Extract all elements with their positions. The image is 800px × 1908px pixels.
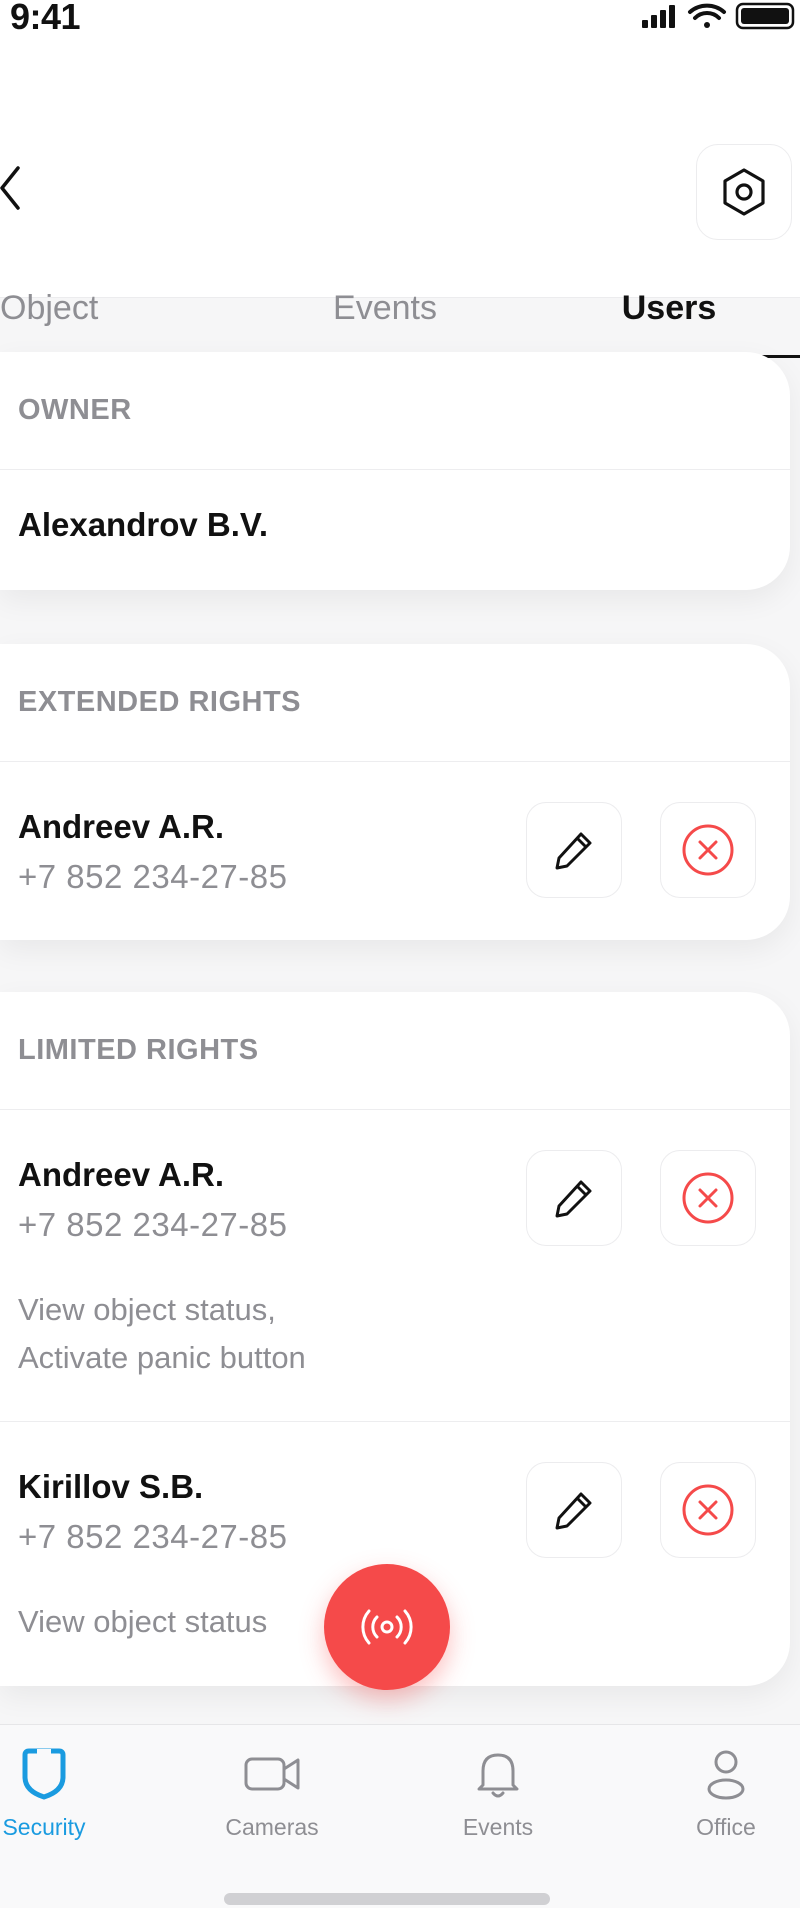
tabbar-item-office[interactable]: Office: [646, 1747, 800, 1841]
system-status-icons: [642, 2, 795, 30]
remove-user-button[interactable]: [660, 802, 756, 898]
permission-line: View object status,: [18, 1292, 276, 1327]
user-permissions: View object status, Activate panic butto…: [18, 1286, 306, 1382]
user-name: Andreev A.R.: [18, 808, 224, 845]
battery-icon: [735, 2, 795, 30]
tab-events[interactable]: Events: [260, 280, 510, 336]
tabbar-label: Cameras: [225, 1814, 319, 1840]
tabbar-item-events[interactable]: Events: [418, 1747, 578, 1841]
user-row-extended-1[interactable]: Andreev A.R. +7 852 234-27-85: [0, 762, 790, 938]
tab-users[interactable]: Users: [538, 280, 800, 336]
close-circle-icon: [682, 1172, 734, 1224]
video-camera-icon: [244, 1757, 300, 1791]
header: Object Events Users: [0, 58, 800, 358]
tabbar-label: Office: [696, 1814, 756, 1840]
user-phone: +7 852 234-27-85: [18, 1518, 288, 1555]
section-title-limited: LIMITED RIGHTS: [0, 992, 790, 1110]
edit-user-button[interactable]: [526, 802, 622, 898]
user-name: Kirillov S.B.: [18, 1468, 204, 1505]
tab-object[interactable]: Object: [0, 280, 180, 336]
tabbar-label: Security: [2, 1814, 86, 1840]
person-icon: [707, 1750, 745, 1800]
pencil-icon: [555, 1180, 592, 1218]
tabbar-item-security[interactable]: Security: [0, 1747, 124, 1841]
close-circle-icon: [682, 824, 734, 876]
edit-user-button[interactable]: [526, 1462, 622, 1558]
signal-icon: [642, 5, 675, 28]
wifi-icon: [688, 3, 726, 28]
owner-section: OWNER Alexandrov B.V.: [0, 352, 790, 590]
status-time: 9:41: [10, 0, 81, 37]
user-row-owner[interactable]: Alexandrov B.V.: [0, 470, 790, 588]
permission-line: Activate panic button: [18, 1340, 306, 1375]
user-phone: +7 852 234-27-85: [18, 858, 288, 895]
user-name: Andreev A.R.: [18, 1156, 224, 1193]
user-phone: +7 852 234-27-85: [18, 1206, 288, 1243]
user-permissions: View object status: [18, 1598, 267, 1646]
extended-rights-section: EXTENDED RIGHTS Andreev A.R. +7 852 234-…: [0, 644, 790, 940]
home-indicator: [224, 1893, 550, 1905]
remove-user-button[interactable]: [660, 1150, 756, 1246]
section-title-extended: EXTENDED RIGHTS: [0, 644, 790, 762]
pencil-icon: [555, 1492, 592, 1530]
permission-line: View object status: [18, 1604, 268, 1639]
shield-icon: [22, 1748, 66, 1800]
close-circle-icon: [682, 1484, 734, 1536]
hexagon-gear-icon: [723, 168, 765, 216]
panic-button[interactable]: [324, 1564, 450, 1690]
status-bar: 9:41: [0, 0, 800, 58]
pencil-icon: [555, 832, 592, 870]
back-button[interactable]: [0, 158, 40, 218]
user-row-limited-1[interactable]: Andreev A.R. +7 852 234-27-85 View objec…: [0, 1110, 790, 1422]
section-title-owner: OWNER: [0, 352, 790, 470]
user-name: Alexandrov B.V.: [18, 506, 269, 543]
settings-button[interactable]: [696, 144, 792, 240]
bottom-tab-bar: Security Cameras Events Office: [0, 1724, 800, 1908]
broadcast-icon: [361, 1609, 413, 1645]
chevron-left-icon: [0, 166, 20, 210]
remove-user-button[interactable]: [660, 1462, 756, 1558]
tabbar-label: Events: [462, 1814, 534, 1840]
bell-icon: [477, 1753, 519, 1798]
tabbar-item-cameras[interactable]: Cameras: [192, 1747, 352, 1841]
edit-user-button[interactable]: [526, 1150, 622, 1246]
